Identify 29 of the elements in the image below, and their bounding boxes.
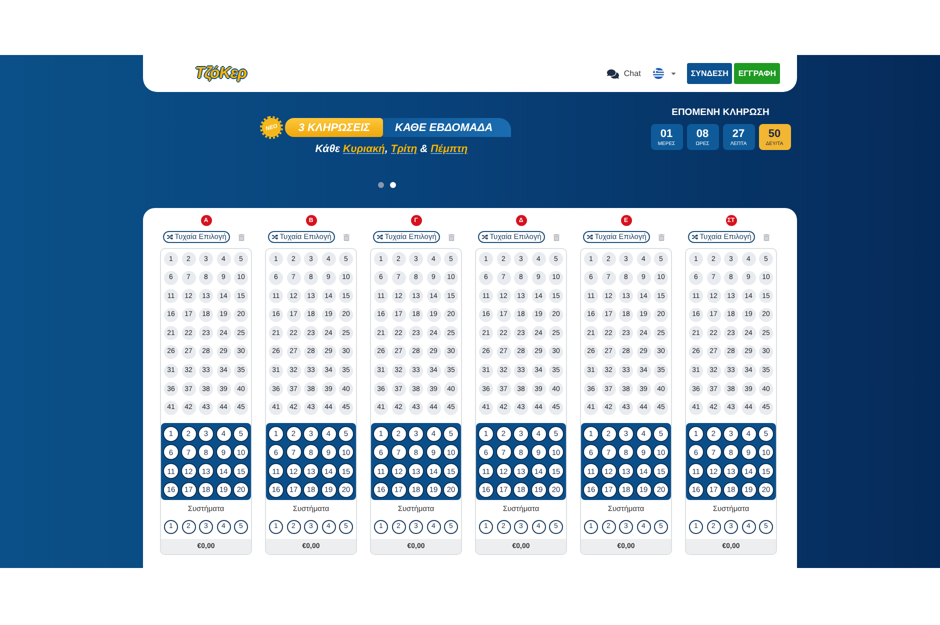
flag-icon bbox=[652, 68, 664, 79]
trash-icon[interactable] bbox=[763, 234, 770, 240]
banner-subtitle: Κάθε Κυριακή, Τρίτη & Πέμπτη bbox=[315, 142, 468, 156]
shuffle-icon bbox=[166, 234, 173, 240]
language-selector[interactable] bbox=[652, 68, 677, 79]
trash-icon[interactable] bbox=[343, 234, 350, 240]
countdown-value: 08 bbox=[696, 128, 709, 140]
countdown-value: 27 bbox=[732, 128, 745, 140]
trash-icon[interactable] bbox=[448, 234, 456, 240]
shuffle-icon bbox=[482, 234, 488, 240]
caret-icon bbox=[670, 70, 677, 77]
carousel-dot[interactable] bbox=[390, 182, 396, 188]
shuffle-icon bbox=[272, 234, 278, 240]
countdown-value: 50 bbox=[768, 128, 781, 140]
chat-icon bbox=[606, 68, 619, 80]
shuffle-icon bbox=[586, 234, 593, 240]
shuffle-icon bbox=[376, 234, 383, 240]
carousel-dot[interactable] bbox=[378, 182, 384, 188]
register-button[interactable]: ΕΓΓΡΑΦΗ bbox=[734, 63, 780, 84]
trash-icon[interactable] bbox=[238, 234, 246, 240]
login-button[interactable]: ΣΥΝΔΕΣΗ bbox=[686, 63, 732, 84]
countdown-title: ΕΠΟΜΕΝΗ ΚΛΗΡΩΣΗ bbox=[672, 107, 770, 118]
countdown-value: 01 bbox=[660, 128, 673, 140]
banner-headline: ΚΑΘΕ ΕΒΔΟΜΑΔΑ bbox=[383, 118, 511, 137]
draws-highlight: 3 ΚΛΗΡΩΣΕΙΣ bbox=[285, 118, 384, 137]
trash-icon[interactable] bbox=[658, 234, 666, 240]
chat-link[interactable]: Chat bbox=[606, 68, 641, 80]
trash-icon[interactable] bbox=[553, 234, 560, 240]
shuffle-icon bbox=[692, 234, 698, 240]
